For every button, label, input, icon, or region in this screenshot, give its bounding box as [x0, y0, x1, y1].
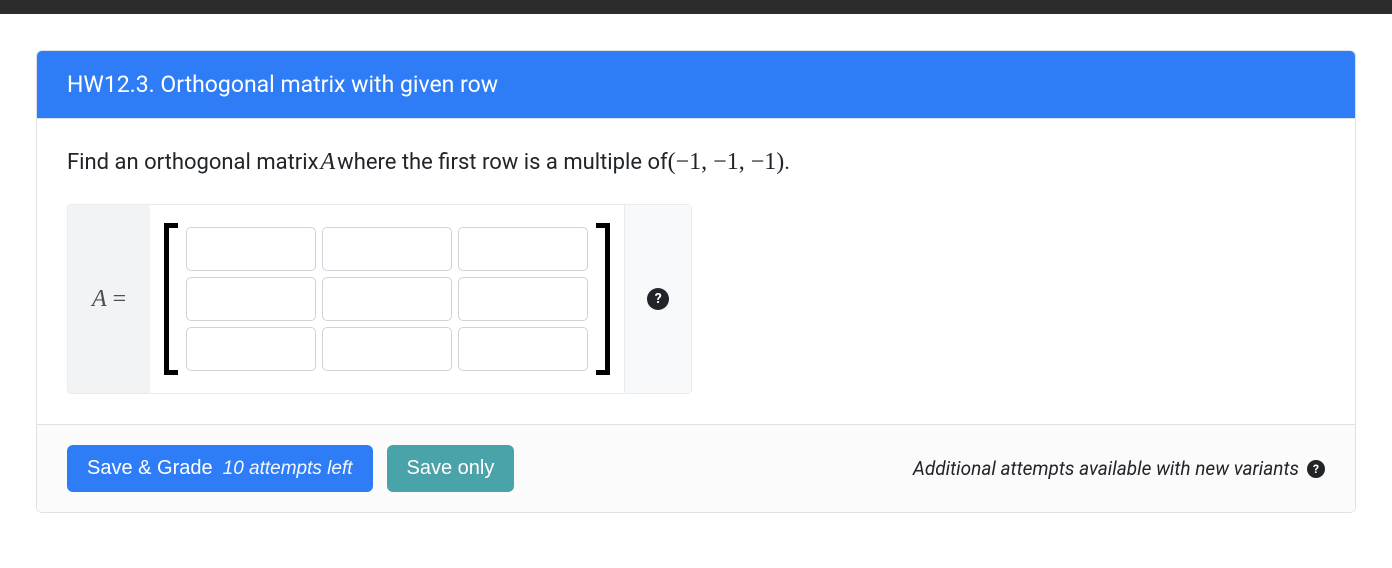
answer-label-var: A	[92, 286, 107, 313]
matrix-wrap	[150, 205, 624, 393]
bracket-right	[596, 223, 610, 375]
matrix-help-col: ?	[624, 205, 691, 393]
help-glyph: ?	[1313, 462, 1319, 476]
attempts-left: 10 attempts left	[223, 458, 353, 480]
answer-label-eq: =	[107, 286, 127, 313]
question-prompt: Find an orthogonal matrix A where the fi…	[67, 149, 1325, 176]
page-content: HW12.3. Orthogonal matrix with given row…	[0, 14, 1392, 549]
help-icon[interactable]: ?	[647, 288, 669, 310]
prompt-matrix-var: A	[319, 149, 338, 176]
prompt-tail: .	[784, 150, 790, 175]
matrix-cell-0-2[interactable]	[458, 227, 588, 271]
card-footer: Save & Grade 10 attempts left Save only …	[37, 424, 1355, 512]
bracket-left	[164, 223, 178, 375]
save-grade-button[interactable]: Save & Grade 10 attempts left	[67, 445, 373, 492]
save-only-label: Save only	[407, 457, 495, 480]
prompt-lead: Find an orthogonal matrix	[67, 150, 319, 175]
matrix-cell-2-2[interactable]	[458, 327, 588, 371]
window-topbar	[0, 0, 1392, 14]
answer-label: A =	[68, 205, 150, 393]
question-card: HW12.3. Orthogonal matrix with given row…	[36, 50, 1356, 513]
matrix-cell-2-1[interactable]	[322, 327, 452, 371]
matrix-cell-0-1[interactable]	[322, 227, 452, 271]
footer-right: Additional attempts available with new v…	[913, 457, 1325, 480]
matrix-cell-1-0[interactable]	[186, 277, 316, 321]
matrix-grid	[178, 223, 596, 375]
prompt-vector: (−1, −1, −1)	[668, 149, 785, 176]
help-glyph: ?	[655, 291, 662, 307]
card-body: Find an orthogonal matrix A where the fi…	[37, 119, 1355, 424]
question-title: HW12.3. Orthogonal matrix with given row	[67, 71, 498, 98]
answer-area: A =	[67, 204, 692, 394]
save-only-button[interactable]: Save only	[387, 445, 515, 492]
matrix-cell-1-1[interactable]	[322, 277, 452, 321]
matrix-cell-0-0[interactable]	[186, 227, 316, 271]
additional-attempts-text: Additional attempts available with new v…	[913, 457, 1299, 480]
prompt-mid: where the first row is a multiple of	[337, 150, 667, 175]
matrix-cell-1-2[interactable]	[458, 277, 588, 321]
matrix-cell-2-0[interactable]	[186, 327, 316, 371]
save-grade-label: Save & Grade	[87, 457, 213, 480]
help-icon[interactable]: ?	[1307, 460, 1325, 478]
card-header: HW12.3. Orthogonal matrix with given row	[37, 51, 1355, 119]
